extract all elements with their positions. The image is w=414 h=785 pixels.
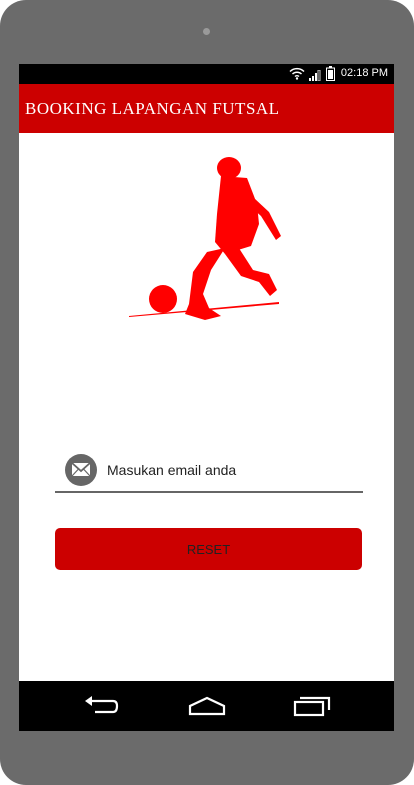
futsal-player-logo <box>129 154 289 329</box>
wifi-icon <box>289 67 305 85</box>
screen: 02:18 PM BOOKING LAPANGAN FUTSAL Masukan… <box>19 64 394 731</box>
navigation-bar <box>19 681 394 731</box>
status-time: 02:18 PM <box>340 67 388 79</box>
front-camera <box>203 28 210 35</box>
app-bar: BOOKING LAPANGAN FUTSAL <box>19 84 394 133</box>
status-bar: 02:18 PM <box>19 64 394 84</box>
recents-icon[interactable] <box>293 695 331 722</box>
home-icon[interactable] <box>187 695 227 722</box>
app-title: BOOKING LAPANGAN FUTSAL <box>25 99 280 118</box>
back-icon[interactable] <box>83 695 119 722</box>
email-input[interactable] <box>107 459 357 481</box>
battery-icon <box>326 66 335 86</box>
reset-button[interactable]: RESET <box>55 528 362 570</box>
envelope-icon <box>65 454 97 486</box>
email-field-row <box>55 449 363 493</box>
